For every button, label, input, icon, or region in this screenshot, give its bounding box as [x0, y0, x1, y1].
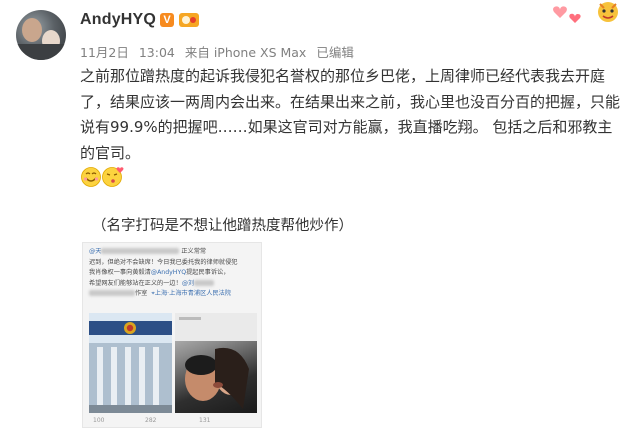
embed-action-bar: 100 282 131 — [83, 415, 261, 427]
embed-redacted-name — [101, 248, 180, 254]
post-date[interactable]: 11月2日 — [80, 45, 129, 60]
embed-photo-couple[interactable] — [175, 313, 257, 413]
embed-mention-andyhyq: @AndyHYQ — [150, 269, 187, 276]
avatar-man — [22, 18, 42, 42]
edited-label[interactable]: 已编辑 — [316, 45, 354, 60]
emoji-row — [80, 166, 124, 188]
verified-badge-icon: V — [160, 13, 174, 27]
embed-share-count: 100 — [93, 417, 105, 424]
username-link[interactable]: AndyHYQ — [80, 11, 156, 29]
embed-comment-count: 282 — [145, 417, 157, 424]
embed-line3-a: 我肖像权一事向黄毅清 — [89, 269, 151, 276]
embedded-screenshot[interactable]: @天 正义常常 迟到，但绝对不会缺席！今日我已委托我的律师就侵犯 我肖像权一事向… — [82, 242, 262, 428]
embedded-post-text: @天 正义常常 迟到，但绝对不会缺席！今日我已委托我的律师就侵犯 我肖像权一事向… — [89, 247, 259, 300]
embed-mention-tian: @天 — [89, 248, 102, 255]
kiss-emoji — [102, 167, 124, 187]
smile-emoji — [81, 167, 101, 187]
vip-member-icon[interactable] — [178, 11, 200, 29]
user-avatar[interactable] — [16, 10, 66, 60]
avatar-shirt — [16, 44, 66, 60]
embed-redacted-name-2 — [194, 279, 215, 286]
post-source[interactable]: 来自 iPhone XS Max — [185, 45, 306, 60]
embed-line3-c: 提起民事诉讼， — [186, 269, 230, 276]
post-meta: 11月2日 13:04 来自 iPhone XS Max 已编辑 — [80, 42, 360, 61]
decorative-sticker-icon — [553, 2, 618, 23]
embed-line5-a: 作室 — [135, 290, 148, 297]
post-time[interactable]: 13:04 — [139, 45, 175, 60]
embed-like-count: 131 — [199, 417, 211, 424]
embed-line2: 迟到，但绝对不会缺席！今日我已委托我的律师就侵犯 — [89, 258, 238, 266]
embed-redacted-name-3 — [89, 290, 135, 296]
embed-photo-courthouse[interactable] — [89, 313, 172, 413]
embed-line4-a: 希望网友们能够站在正义的一边！ — [89, 279, 182, 287]
post-text: 之前那位蹭热度的起诉我侵犯名誉权的那位乡巴佬，上周律师已经代表我去开庭了，结果应… — [80, 67, 621, 162]
post-note: （名字打码是不想让他蹭热度帮他炒作） — [92, 218, 353, 234]
embed-mention-liu: @刘 — [181, 279, 195, 287]
embed-location: 上海·上海市青浦区人民法院 — [154, 290, 232, 297]
embed-line1-tail: 正义常常 — [181, 248, 207, 255]
